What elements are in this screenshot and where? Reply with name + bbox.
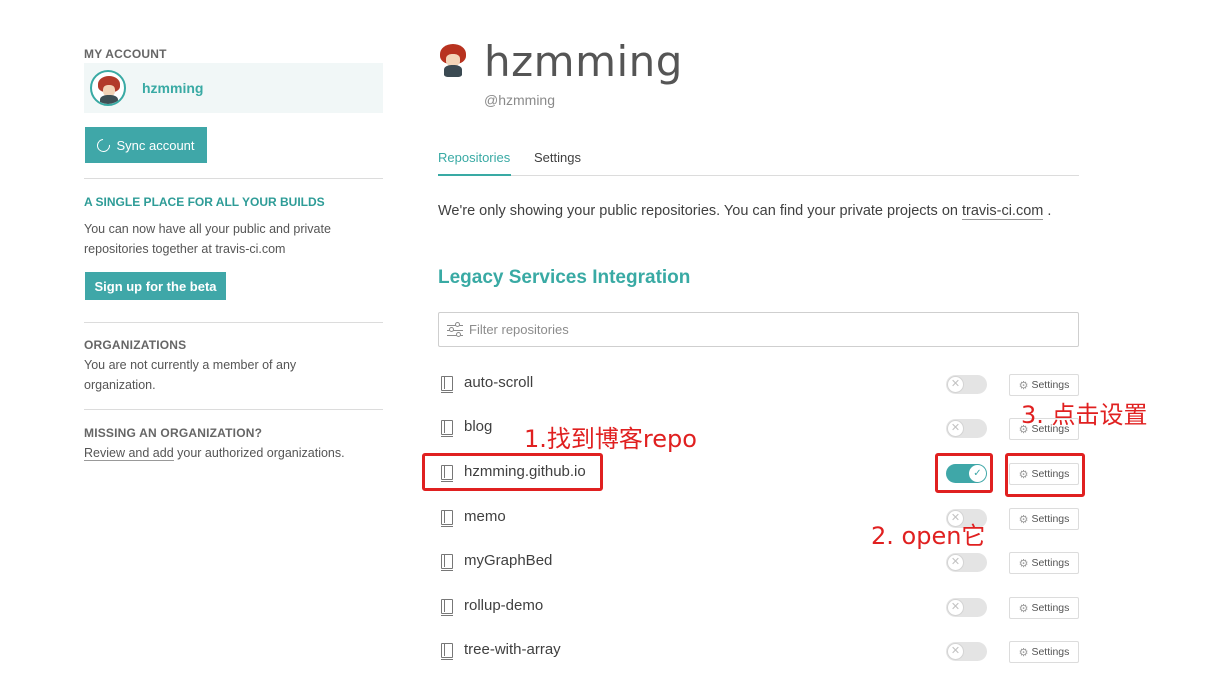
repo-toggle[interactable]: ✕ <box>946 642 987 661</box>
notice-end: . <box>1043 203 1052 219</box>
divider <box>84 409 383 410</box>
repo-settings-label: Settings <box>1031 379 1070 391</box>
repo-settings-label: Settings <box>1031 602 1070 614</box>
annotation-step2: 2. open它 <box>871 522 986 550</box>
repo-name[interactable]: tree-with-array <box>464 641 561 658</box>
repo-settings-label: Settings <box>1031 557 1070 569</box>
repo-toggle[interactable]: ✕ <box>946 553 987 572</box>
repo-settings-button[interactable]: ⚙ Settings <box>1009 641 1079 663</box>
repo-name[interactable]: auto-scroll <box>464 374 533 391</box>
avatar <box>90 70 126 106</box>
sync-account-button[interactable]: Sync account <box>85 127 207 163</box>
organizations-text: You are not currently a member of any or… <box>84 358 297 392</box>
filter-repositories[interactable] <box>438 312 1079 347</box>
repo-book-icon <box>440 420 453 437</box>
repo-name[interactable]: blog <box>464 418 492 435</box>
account-name[interactable]: hzmming <box>142 80 203 96</box>
sync-account-label: Sync account <box>116 137 195 153</box>
repo-row: rollup-demo ✕ ⚙ Settings <box>438 585 1079 629</box>
toggle-off-icon: ✕ <box>947 420 964 437</box>
beta-title: A SINGLE PLACE FOR ALL YOUR BUILDS <box>84 195 325 209</box>
repo-settings-button[interactable]: ⚙ Settings <box>1009 597 1079 619</box>
repo-settings-label: Settings <box>1031 513 1070 525</box>
toggle-off-icon: ✕ <box>947 643 964 660</box>
sign-up-beta-button[interactable]: Sign up for the beta <box>85 272 226 300</box>
repo-settings-button[interactable]: ⚙ Settings <box>1009 552 1079 574</box>
divider <box>84 178 383 179</box>
gear-icon: ⚙ <box>1018 513 1029 526</box>
active-tab-indicator <box>438 174 511 176</box>
annotation-step3: 3. 点击设置 <box>1021 401 1148 429</box>
account-card[interactable]: hzmming <box>84 63 383 113</box>
profile-avatar <box>438 44 468 78</box>
repo-row: auto-scroll ✕ ⚙ Settings <box>438 362 1079 406</box>
repo-book-icon <box>440 643 453 660</box>
toggle-off-icon: ✕ <box>947 376 964 393</box>
notice-text: We're only showing your public repositor… <box>438 203 962 219</box>
annotation-box-settings <box>1005 453 1085 497</box>
repo-toggle[interactable]: ✕ <box>946 375 987 394</box>
gear-icon: ⚙ <box>1018 646 1029 659</box>
missing-organization-text: Review and add your authorized organizat… <box>84 443 383 463</box>
tab-settings[interactable]: Settings <box>534 150 581 165</box>
beta-text: You can now have all your public and pri… <box>84 222 331 256</box>
profile-tabs: Repositories Settings <box>438 143 1079 176</box>
profile-name: hzmming <box>484 37 683 86</box>
repo-name[interactable]: rollup-demo <box>464 597 543 614</box>
repo-settings-button[interactable]: ⚙ Settings <box>1009 374 1079 396</box>
my-account-title: MY ACCOUNT <box>84 47 167 61</box>
review-and-add-link[interactable]: Review and add <box>84 446 174 461</box>
divider <box>84 322 383 323</box>
toggle-off-icon: ✕ <box>947 554 964 571</box>
gear-icon: ⚙ <box>1018 379 1029 392</box>
missing-organization-title: MISSING AN ORGANIZATION? <box>84 426 263 440</box>
filter-icon <box>447 322 463 337</box>
repo-name[interactable]: memo <box>464 508 506 525</box>
repo-row: tree-with-array ✕ ⚙ Settings <box>438 629 1079 673</box>
annotation-box-repo <box>422 453 603 491</box>
repo-book-icon <box>440 510 453 527</box>
repo-book-icon <box>440 554 453 571</box>
sync-icon <box>94 135 114 155</box>
profile-handle: @hzmming <box>484 92 556 108</box>
gear-icon: ⚙ <box>1018 602 1029 615</box>
filter-repositories-input[interactable] <box>469 322 1049 337</box>
repo-name[interactable]: myGraphBed <box>464 552 552 569</box>
repo-toggle[interactable]: ✕ <box>946 419 987 438</box>
gear-icon: ⚙ <box>1018 557 1029 570</box>
legacy-services-title: Legacy Services Integration <box>438 267 691 288</box>
tab-repositories[interactable]: Repositories <box>438 150 510 165</box>
repo-settings-button[interactable]: ⚙ Settings <box>1009 508 1079 530</box>
public-repos-notice: We're only showing your public repositor… <box>438 203 1052 220</box>
travis-ci-com-link[interactable]: travis-ci.com <box>961 203 1044 220</box>
missing-organization-rest: your authorized organizations. <box>173 446 345 460</box>
toggle-off-icon: ✕ <box>947 599 964 616</box>
annotation-box-toggle <box>935 453 993 493</box>
annotation-step1: 1.找到博客repo <box>524 425 697 453</box>
repo-settings-label: Settings <box>1031 646 1070 658</box>
repo-book-icon <box>440 599 453 616</box>
repo-book-icon <box>440 376 453 393</box>
organizations-title: ORGANIZATIONS <box>84 338 187 352</box>
repo-toggle[interactable]: ✕ <box>946 598 987 617</box>
